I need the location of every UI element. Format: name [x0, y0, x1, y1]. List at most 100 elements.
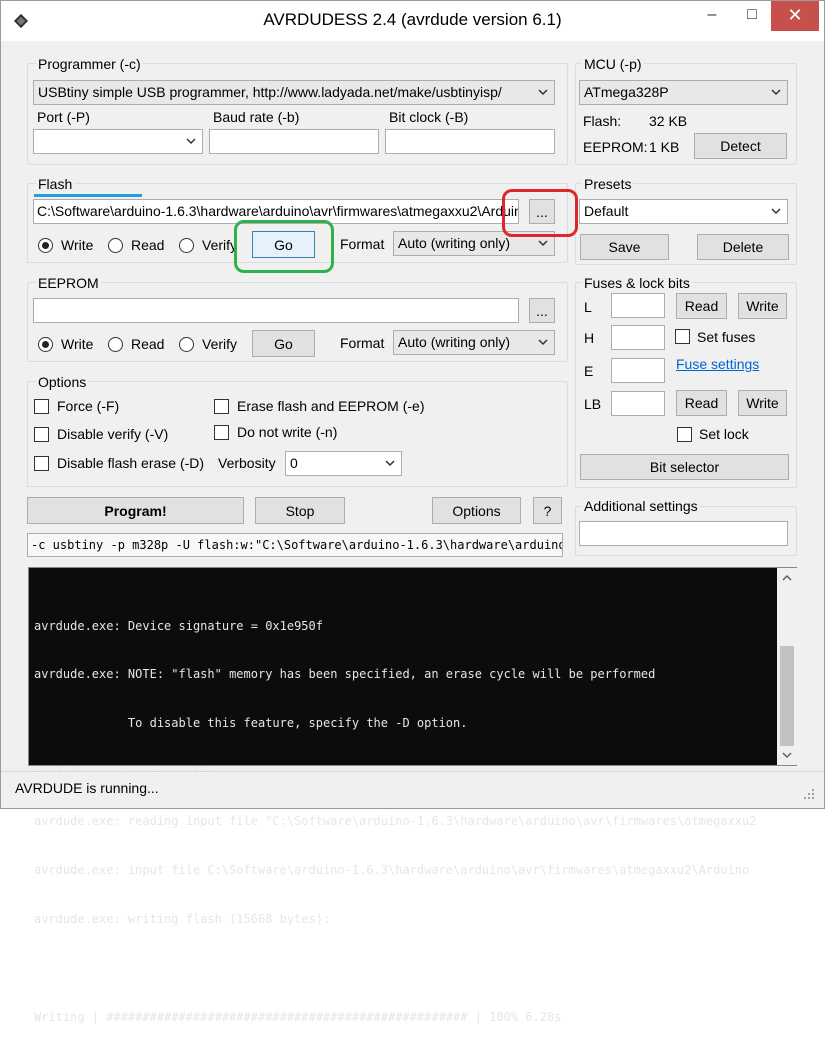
eeprom-format-label: Format: [340, 335, 385, 351]
programmer-select-value: USBtiny simple USB programmer, http://ww…: [38, 84, 502, 100]
flash-verify-label: Verify: [202, 237, 238, 253]
fuse-e-label: E: [584, 363, 594, 379]
bit-selector-button[interactable]: Bit selector: [580, 454, 789, 480]
save-preset-button[interactable]: Save: [580, 234, 669, 260]
force-label: Force (-F): [57, 398, 120, 414]
mcu-select-value: ATmega328P: [584, 84, 669, 100]
programmer-group-label: Programmer (-c): [36, 56, 143, 72]
minimize-button[interactable]: –: [693, 1, 731, 31]
chevron-down-icon: [186, 138, 196, 145]
lock-read-button[interactable]: Read: [676, 390, 727, 416]
baud-rate-input[interactable]: [209, 129, 379, 154]
close-button[interactable]: ✕: [771, 1, 819, 31]
flash-verify-radio[interactable]: [179, 238, 194, 253]
fuse-e-input[interactable]: [611, 358, 665, 383]
presets-select-value: Default: [584, 203, 629, 219]
eeprom-browse-button[interactable]: ...: [529, 298, 555, 323]
status-text: AVRDUDE is running...: [15, 780, 159, 796]
erase-label: Erase flash and EEPROM (-e): [237, 398, 425, 414]
command-line-box[interactable]: -c usbtiny -p m328p -U flash:w:"C:\Softw…: [27, 533, 563, 557]
mcu-flash-label: Flash:: [583, 113, 622, 129]
delete-preset-button[interactable]: Delete: [697, 234, 789, 260]
console-scrollbar[interactable]: [777, 568, 797, 765]
console-line: avrdude.exe: input file C:\Software\ardu…: [34, 863, 750, 878]
disable-flash-erase-label: Disable flash erase (-D): [57, 455, 205, 471]
disable-flash-erase-checkbox[interactable]: [34, 456, 49, 471]
fuses-group-label: Fuses & lock bits: [582, 275, 692, 291]
title-bar[interactable]: AVRDUDESS 2.4 (avrdude version 6.1) – □ …: [1, 1, 824, 41]
port-select[interactable]: [33, 129, 203, 154]
mcu-select[interactable]: ATmega328P: [579, 80, 788, 105]
set-lock-checkbox[interactable]: [677, 427, 692, 442]
chevron-up-icon[interactable]: [781, 573, 793, 583]
eeprom-write-radio[interactable]: [38, 337, 53, 352]
detect-button[interactable]: Detect: [694, 133, 787, 159]
status-bar: AVRDUDE is running...: [1, 771, 824, 808]
verbosity-value: 0: [290, 455, 298, 471]
scrollbar-thumb[interactable]: [780, 646, 794, 746]
verbosity-select[interactable]: 0: [285, 451, 402, 476]
do-not-write-checkbox[interactable]: [214, 425, 229, 440]
mcu-eeprom-value: 1 KB: [649, 139, 680, 155]
eeprom-go-button[interactable]: Go: [252, 330, 315, 357]
flash-read-label: Read: [131, 237, 165, 253]
force-checkbox[interactable]: [34, 399, 49, 414]
baud-rate-label: Baud rate (-b): [213, 109, 300, 125]
flash-format-value: Auto (writing only): [398, 235, 511, 251]
stop-button[interactable]: Stop: [255, 497, 345, 524]
resize-grip-icon[interactable]: [803, 788, 815, 800]
flash-write-radio[interactable]: [38, 238, 53, 253]
flash-read-radio[interactable]: [108, 238, 123, 253]
chevron-down-icon: [538, 240, 548, 247]
chevron-down-icon: [538, 89, 548, 96]
eeprom-verify-label: Verify: [202, 336, 238, 352]
console-line: avrdude.exe: writing flash (15668 bytes)…: [34, 911, 331, 926]
verbosity-label: Verbosity: [218, 455, 276, 471]
lock-write-button[interactable]: Write: [738, 390, 787, 416]
programmer-select[interactable]: USBtiny simple USB programmer, http://ww…: [33, 80, 555, 105]
flash-underline: [34, 194, 142, 197]
console-line: avrdude.exe: NOTE: "flash" memory has be…: [34, 667, 656, 682]
bit-clock-input[interactable]: [385, 129, 555, 154]
options-group-label: Options: [36, 374, 89, 390]
maximize-button[interactable]: □: [733, 1, 771, 31]
fuse-h-input[interactable]: [611, 325, 665, 350]
fuse-lb-input[interactable]: [611, 391, 665, 416]
additional-settings-input[interactable]: [579, 521, 788, 546]
erase-checkbox[interactable]: [214, 399, 229, 414]
chevron-down-icon: [538, 339, 548, 346]
fuse-read-button[interactable]: Read: [676, 293, 727, 319]
fuse-l-input[interactable]: [611, 293, 665, 318]
flash-group-label: Flash: [36, 176, 75, 192]
set-fuses-label: Set fuses: [697, 329, 756, 345]
chevron-down-icon[interactable]: [781, 750, 793, 760]
mcu-flash-value: 32 KB: [649, 113, 688, 129]
console-line: avrdude.exe: reading input file "C:\Soft…: [34, 814, 757, 829]
program-button[interactable]: Program!: [27, 497, 244, 524]
disable-verify-checkbox[interactable]: [34, 427, 49, 442]
eeprom-read-label: Read: [131, 336, 165, 352]
mcu-group-label: MCU (-p): [582, 56, 644, 72]
console-line: avrdude.exe: Device signature = 0x1e950f: [34, 618, 323, 633]
options-button[interactable]: Options: [432, 497, 521, 524]
flash-format-label: Format: [340, 236, 385, 252]
fuse-settings-link[interactable]: Fuse settings: [676, 356, 759, 372]
presets-select[interactable]: Default: [579, 199, 788, 224]
help-button[interactable]: ?: [533, 497, 562, 524]
console-lines: avrdude.exe: Device signature = 0x1e950f…: [34, 585, 774, 1058]
fuse-write-button[interactable]: Write: [738, 293, 787, 319]
eeprom-format-select[interactable]: Auto (writing only): [393, 330, 555, 355]
mcu-eeprom-label: EEPROM:: [583, 139, 648, 155]
app-window: AVRDUDESS 2.4 (avrdude version 6.1) – □ …: [0, 0, 825, 1024]
eeprom-verify-radio[interactable]: [179, 337, 194, 352]
disable-verify-label: Disable verify (-V): [57, 426, 169, 442]
eeprom-file-input[interactable]: [33, 298, 519, 323]
green-highlight-annotation: [234, 220, 334, 273]
eeprom-read-radio[interactable]: [108, 337, 123, 352]
eeprom-format-value: Auto (writing only): [398, 334, 511, 350]
chevron-down-icon: [771, 89, 781, 96]
console-line: To disable this feature, specify the -D …: [34, 716, 468, 731]
set-lock-label: Set lock: [699, 426, 749, 442]
set-fuses-checkbox[interactable]: [675, 329, 690, 344]
console-output[interactable]: avrdude.exe: Device signature = 0x1e950f…: [28, 567, 797, 1024]
